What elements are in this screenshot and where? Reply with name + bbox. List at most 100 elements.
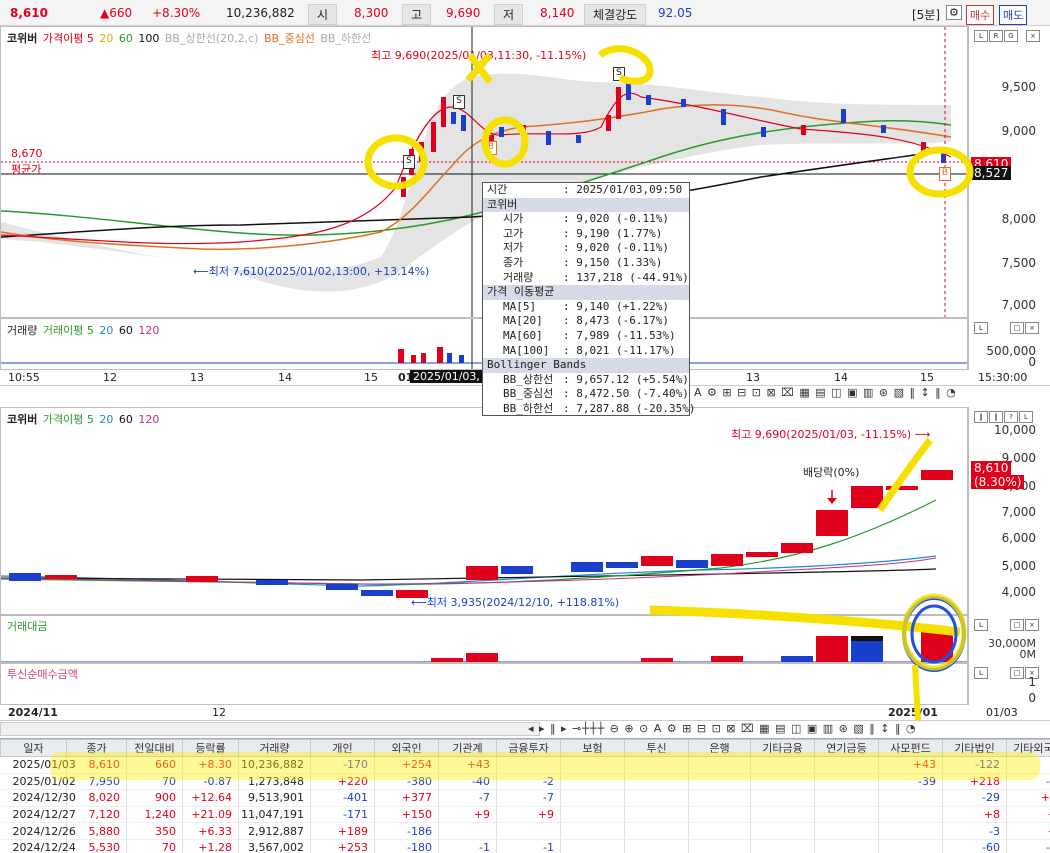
tooltip-key: MA[100] bbox=[503, 343, 550, 357]
tooltip-value: : 137,218 (-44.91%) bbox=[563, 270, 689, 284]
tooltip-value: : 9,020 (-0.11%) bbox=[563, 212, 669, 226]
tooltip-stock-section: 코위버 bbox=[483, 197, 689, 213]
table-cell bbox=[560, 839, 625, 853]
table-cell: +150 bbox=[374, 806, 439, 824]
panel-tool-icons[interactable]: □ × bbox=[1009, 617, 1039, 631]
ytick: 7,000 bbox=[1001, 298, 1036, 312]
table-row[interactable]: 2024/12/30 8,020 900 +12.64 9,513,901 -401 +37… bbox=[0, 789, 1050, 807]
settings-gear-icon[interactable]: ⚙ bbox=[946, 5, 962, 20]
tooltip-key: BB_중심선 bbox=[503, 387, 554, 401]
open-label: 시 bbox=[308, 4, 338, 25]
table-cell: +9 bbox=[438, 806, 497, 824]
table-cell: 2024/12/24 bbox=[0, 839, 76, 853]
x-label: 15 bbox=[920, 371, 934, 384]
x-label: 01/03 bbox=[986, 706, 1018, 719]
table-cell: +189 bbox=[310, 822, 375, 840]
trade-amount-svg bbox=[1, 632, 967, 662]
tooltip-ma-section: 가격 이동평균 bbox=[483, 285, 689, 300]
table-cell: 900 bbox=[126, 789, 183, 807]
tooltip-value: : 8,472.50 (-7.40%) bbox=[563, 387, 689, 401]
high-value: 9,690 bbox=[446, 6, 481, 20]
daily-low-text: 최저 3,935(2024/12/10, +118.81%) bbox=[426, 596, 620, 609]
tooltip-value: : 8,021 (-11.17%) bbox=[563, 343, 676, 357]
investment-trust-panel[interactable]: 투신순매수금액 bbox=[0, 663, 968, 705]
table-cell: 2024/12/26 bbox=[0, 822, 76, 840]
interval-selector[interactable]: [5분] bbox=[912, 6, 940, 23]
price-change-pct: +8.30% bbox=[152, 6, 201, 20]
x-label: 13 bbox=[190, 371, 204, 384]
table-cell: -171 bbox=[310, 806, 375, 824]
axis-tool-icons[interactable]: LRG bbox=[973, 28, 1018, 42]
dividend-label: 배당락(0%) bbox=[803, 466, 860, 479]
ytick: 5,000 bbox=[1001, 559, 1036, 573]
volume-value: 10,236,882 bbox=[226, 6, 295, 20]
candle-tooltip: 시간: 2025/01/03,09:50 코위버 시가: 9,020 (-0.1… bbox=[482, 182, 695, 416]
x-label: 12 bbox=[212, 706, 226, 719]
ytick: 9,000 bbox=[1001, 124, 1036, 138]
x-label: 15 bbox=[364, 371, 378, 384]
table-row[interactable]: 2024/12/26 5,880 350 +6.33 2,912,887 +189 -186… bbox=[0, 822, 1050, 840]
sell-button[interactable]: 매도 bbox=[999, 5, 1028, 25]
table-cell: +21.09 bbox=[182, 806, 239, 824]
quote-header: 8,610 ▲660 +8.30% 10,236,882 시 8,300 고 9… bbox=[0, 0, 1050, 26]
table-cell: -7 bbox=[438, 789, 497, 807]
axis-tool-icons[interactable]: ‖ ‖? L bbox=[973, 409, 1033, 423]
tooltip-value: : 9,190 (1.77%) bbox=[563, 226, 663, 240]
daily-price-panel[interactable]: 코위버 가격이평 5 20 60 120 최고 9,690(2025/01/03… bbox=[0, 407, 968, 615]
table-cell: -180 bbox=[374, 839, 439, 853]
table-cell bbox=[878, 839, 943, 853]
tooltip-value: : 9,150 (1.33%) bbox=[563, 255, 663, 269]
current-price: 8,610 bbox=[10, 6, 48, 20]
ytick: 0 bbox=[1028, 355, 1036, 369]
tooltip-bb-section: Bollinger Bands bbox=[483, 358, 689, 373]
buy-button[interactable]: 매수 bbox=[966, 5, 995, 25]
tooltip-key: 고가 bbox=[503, 226, 524, 240]
tooltip-time-value: : 2025/01/03,09:50 bbox=[563, 183, 683, 196]
x-label: 12 bbox=[103, 371, 117, 384]
table-cell: +62 bbox=[1006, 789, 1050, 807]
table-cell: 70 bbox=[126, 839, 183, 853]
tooltip-value: : 7,287.88 (-20.35%) bbox=[563, 401, 696, 415]
table-cell bbox=[688, 806, 751, 824]
signal-s-icon: S bbox=[613, 67, 625, 81]
trade-amount-panel[interactable]: 거래대금 bbox=[0, 615, 968, 663]
table-row[interactable]: 2024/12/27 7,120 1,240 +21.09 11,047,191 -171… bbox=[0, 806, 1050, 824]
table-cell: 2024/12/30 bbox=[0, 789, 76, 807]
daily-toolbar[interactable]: ◂ ▸ ‖ ▸ ⊸┼┼┼ ⊖ ⊕ ⊙ A ⚙ ⊞ ⊟ ⊡ ⊠ ⌧ ▦ ▤ ◫ ▣… bbox=[528, 722, 917, 735]
ytick: 7,000 bbox=[1001, 505, 1036, 519]
ytick: 0 bbox=[1028, 691, 1036, 705]
table-cell: 9,513,901 bbox=[238, 789, 311, 807]
intraday-low-text: 최저 7,610(2025/01/02,13:00, +13.14%) bbox=[208, 265, 430, 278]
open-value: 8,300 bbox=[354, 6, 389, 20]
table-cell bbox=[878, 806, 943, 824]
high-label: 고 bbox=[402, 4, 432, 25]
table-cell: -1 bbox=[438, 839, 497, 853]
table-cell: +4 bbox=[1006, 806, 1050, 824]
x-label: 10:55 bbox=[8, 371, 40, 384]
ytick: 6,000 bbox=[1001, 531, 1036, 545]
axis-tool-icons[interactable]: L bbox=[973, 320, 988, 334]
table-cell: -1 bbox=[496, 839, 561, 853]
table-row[interactable]: 2024/12/24 5,530 70 +1.28 3,567,002 +253 -180-… bbox=[0, 839, 1050, 853]
cursor-price-tag: 8,527 bbox=[971, 166, 1012, 180]
axis-tool-icons[interactable]: L bbox=[973, 617, 988, 631]
axis-tool-icons[interactable]: L bbox=[973, 665, 988, 679]
daily-x-axis: 2024/11 12 2025/01 01/03 bbox=[0, 705, 1050, 721]
table-cell: -401 bbox=[310, 789, 375, 807]
table-cell bbox=[560, 806, 625, 824]
table-cell: +377 bbox=[374, 789, 439, 807]
daily-price-tag-pct: (8.30%) bbox=[971, 475, 1025, 489]
table-cell: 11,047,191 bbox=[238, 806, 311, 824]
table-cell bbox=[814, 839, 879, 853]
table-cell bbox=[624, 806, 689, 824]
panel-close-icon[interactable]: × bbox=[1025, 28, 1040, 42]
trade-amount-axis: L □ × 30,000M 0M bbox=[968, 615, 1050, 663]
tooltip-key: MA[20] bbox=[503, 314, 543, 328]
panel-tool-icons[interactable]: □ × bbox=[1009, 320, 1039, 334]
chart-scrollbar[interactable] bbox=[0, 722, 540, 736]
intraday-toolbar[interactable]: A ⚙ ⊞ ⊟ ⊡ ⊠ ⌧ ▦ ▤ ◫ ▣ ▥ ⊛ ▧ ‖ ↕ ‖ ◔ bbox=[694, 386, 957, 399]
table-cell: 2,912,887 bbox=[238, 822, 311, 840]
table-cell: -60 bbox=[942, 839, 1007, 853]
table-cell bbox=[438, 822, 497, 840]
tooltip-value: : 9,020 (-0.11%) bbox=[563, 241, 669, 255]
